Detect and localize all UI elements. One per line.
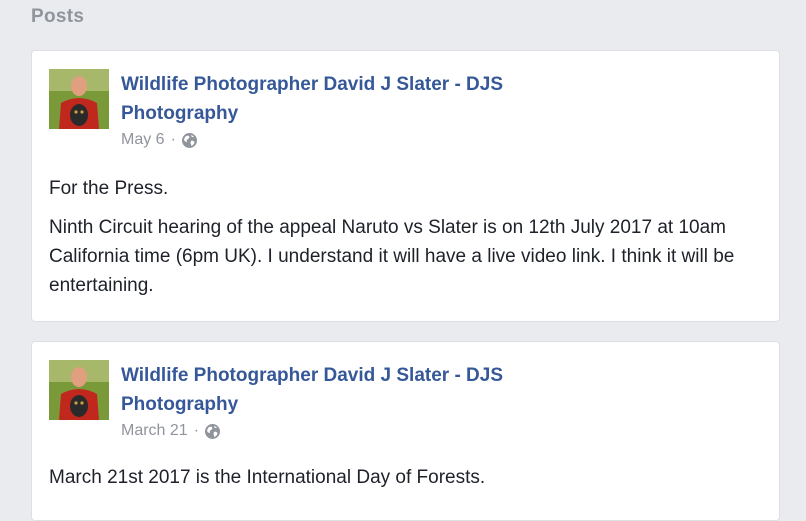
meta-separator: · bbox=[170, 131, 176, 148]
post-paragraph: For the Press. bbox=[49, 178, 169, 199]
meta-separator: · bbox=[193, 422, 200, 439]
post-date-link[interactable]: May 6 bbox=[121, 131, 165, 149]
avatar[interactable] bbox=[49, 69, 109, 129]
post-author-link[interactable]: Wildlife Photographer David J Slater - D… bbox=[121, 70, 591, 128]
post-meta: March 21 · bbox=[121, 422, 221, 440]
post-body: For the Press. Ninth Circuit hearing of … bbox=[49, 174, 764, 310]
section-title: Posts bbox=[31, 6, 85, 27]
post-date-link[interactable]: March 21 bbox=[121, 422, 188, 440]
post-body: March 21st 2017 is the International Day… bbox=[49, 463, 764, 502]
post-card: Wildlife Photographer David J Slater - D… bbox=[31, 50, 780, 322]
post-card: Wildlife Photographer David J Slater - D… bbox=[31, 341, 780, 521]
post-author-link[interactable]: Wildlife Photographer David J Slater - D… bbox=[121, 361, 591, 419]
globe-icon[interactable] bbox=[204, 423, 221, 440]
globe-icon[interactable] bbox=[181, 132, 198, 149]
avatar[interactable] bbox=[49, 360, 109, 420]
post-paragraph: Ninth Circuit hearing of the appeal Naru… bbox=[49, 217, 735, 296]
post-paragraph: March 21st 2017 is the International Day… bbox=[49, 467, 486, 488]
post-meta: May 6 · bbox=[121, 131, 198, 149]
